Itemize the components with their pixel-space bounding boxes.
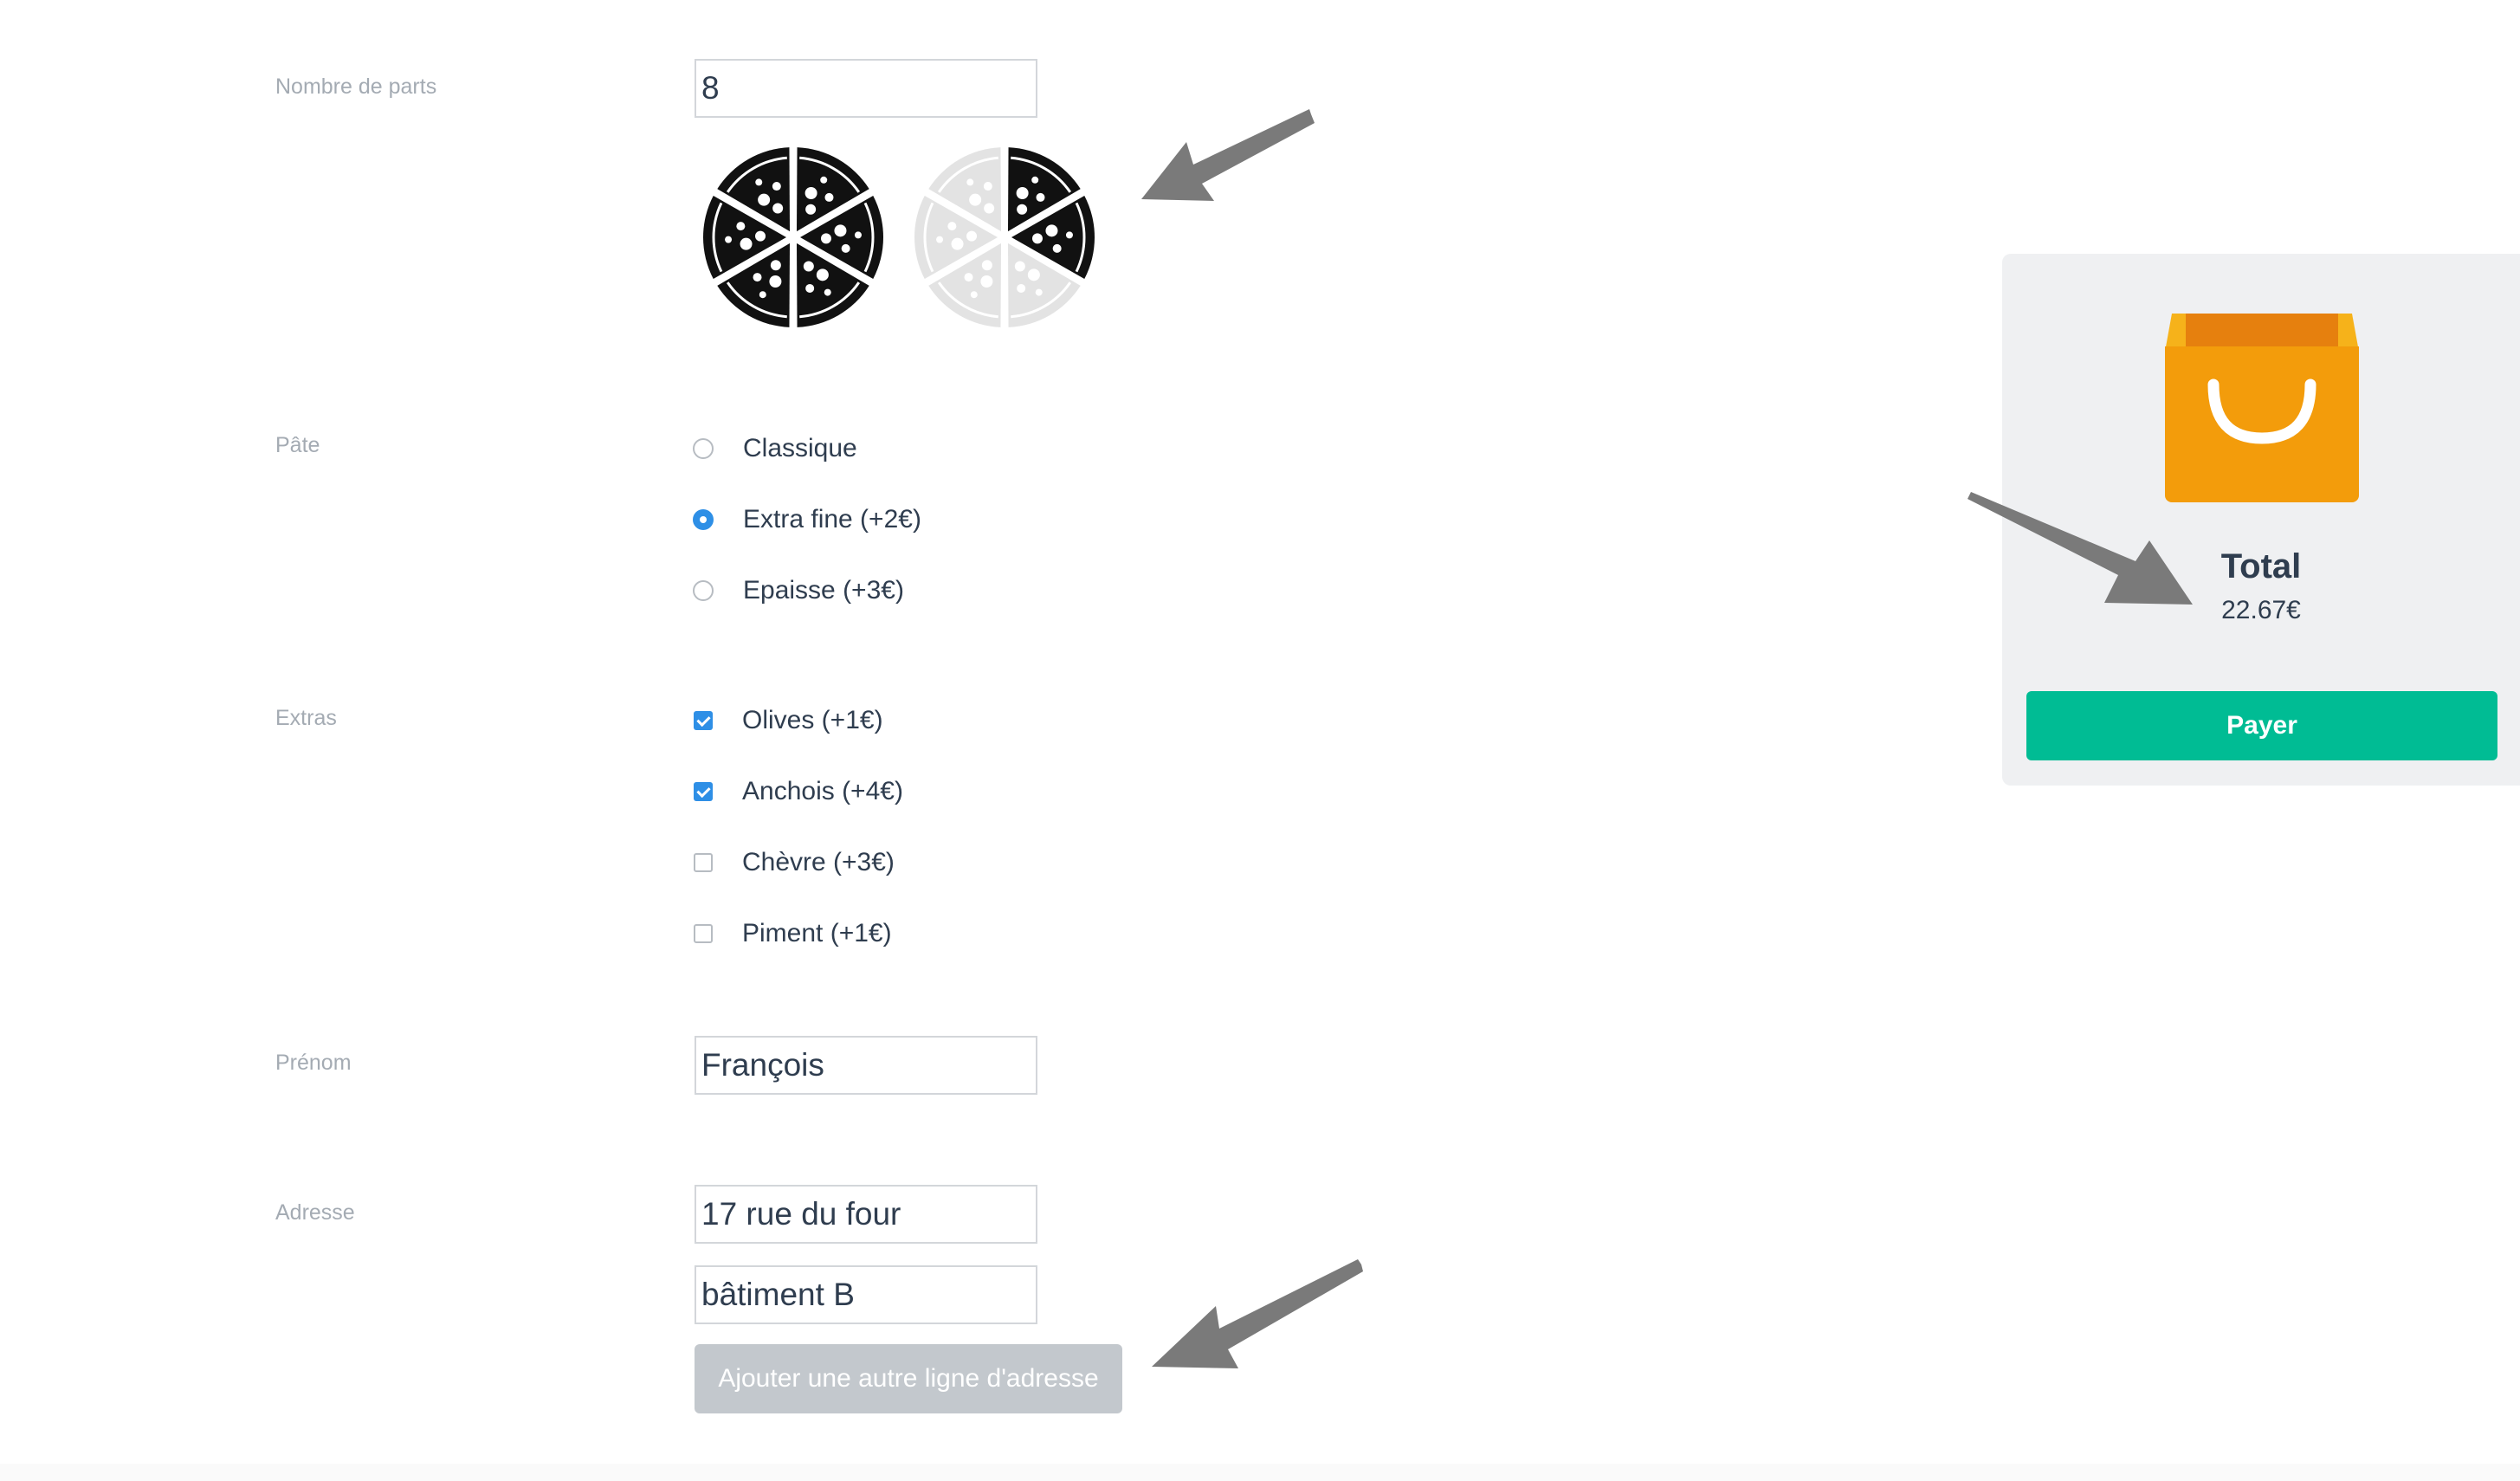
pizza-topping <box>816 268 829 281</box>
pizza-topping <box>1045 224 1058 237</box>
pizza-topping <box>805 204 817 215</box>
pizza-topping <box>1052 243 1062 253</box>
firstname-input[interactable] <box>695 1036 1037 1095</box>
pizza-topping <box>984 203 995 214</box>
address-label: Adresse <box>275 1200 355 1225</box>
radio-extra-fine[interactable] <box>693 509 714 530</box>
pizza-topping <box>841 243 850 253</box>
radio-epaisse[interactable] <box>693 580 714 601</box>
extra-option-anchois[interactable]: Anchois (+4€) <box>691 773 903 811</box>
pizza-topping <box>1035 288 1043 296</box>
checkbox-piment[interactable] <box>694 924 713 943</box>
extras-label: Extras <box>275 706 337 730</box>
pizza-topping <box>936 236 944 243</box>
add-address-line-button[interactable]: Ajouter une autre ligne d'adresse <box>695 1344 1122 1413</box>
pizza-topping <box>803 261 814 272</box>
pizza-topping <box>824 192 834 202</box>
pizza-topping <box>981 260 992 271</box>
pizza-topping <box>804 187 817 200</box>
annotation-arrow-pizza <box>1141 109 1315 201</box>
pizza-topping <box>1065 231 1073 239</box>
extra-option-label: Anchois (+4€) <box>742 777 903 805</box>
extra-option-olives[interactable]: Olives (+1€) <box>691 702 883 740</box>
pizza-topping <box>1027 268 1040 281</box>
pizza-topping <box>980 275 993 288</box>
shopping-bag-icon <box>2163 312 2361 504</box>
pizza-topping <box>1031 233 1043 244</box>
pizza-topping <box>772 203 784 214</box>
pizza-topping <box>1031 176 1039 184</box>
pizza-topping <box>964 273 973 282</box>
crust-option-label: Extra fine (+2€) <box>743 505 921 534</box>
crust-option-extra-fine[interactable]: Extra fine (+2€) <box>691 501 921 539</box>
pizza-topping <box>854 231 862 239</box>
pizza-topping <box>769 275 782 288</box>
pizza-topping <box>759 291 766 299</box>
pizza-topping <box>1017 204 1028 215</box>
pizza-topping <box>966 230 978 242</box>
pizza-topping <box>1017 283 1026 293</box>
pizza-topping <box>736 222 746 231</box>
pizza-topping <box>753 273 762 282</box>
pizza-topping <box>758 193 771 206</box>
pizza-topping <box>820 176 828 184</box>
pizza-topping <box>740 237 753 250</box>
extra-option-label: Piment (+1€) <box>742 919 892 947</box>
address-line-2-input[interactable] <box>695 1265 1037 1324</box>
pizza-topping <box>805 283 815 293</box>
pizza-topping <box>1016 187 1029 200</box>
checkbox-anchois[interactable] <box>694 782 713 801</box>
pizza-topping <box>725 236 733 243</box>
extra-option-chevre[interactable]: Chèvre (+3€) <box>691 844 895 882</box>
slices-label: Nombre de parts <box>275 74 437 99</box>
pizza-topping <box>947 222 957 231</box>
radio-classique[interactable] <box>693 438 714 459</box>
footer-strip <box>0 1464 2520 1481</box>
annotation-arrow-address <box>1152 1259 1363 1368</box>
checkbox-olives[interactable] <box>694 711 713 730</box>
pizza-topping <box>970 291 978 299</box>
extra-option-label: Olives (+1€) <box>742 706 883 734</box>
pizza-topping <box>820 233 831 244</box>
checkbox-chevre[interactable] <box>694 853 713 872</box>
pizza-topping <box>834 224 847 237</box>
address-line-1-input[interactable] <box>695 1185 1037 1244</box>
pizza-topping <box>983 182 992 191</box>
crust-option-label: Classique <box>743 434 857 462</box>
pizza-topping <box>1036 192 1045 202</box>
annotation-arrow-total <box>1968 492 2193 605</box>
crust-option-classique[interactable]: Classique <box>691 430 857 468</box>
crust-option-label: Epaisse (+3€) <box>743 576 904 605</box>
pizza-full-icon <box>698 143 888 332</box>
crust-option-epaisse[interactable]: Epaisse (+3€) <box>691 572 904 610</box>
extra-option-label: Chèvre (+3€) <box>742 848 895 876</box>
slices-input[interactable] <box>695 59 1037 118</box>
pizza-topping <box>966 178 974 186</box>
crust-label: Pâte <box>275 433 320 457</box>
extra-option-piment[interactable]: Piment (+1€) <box>691 915 892 953</box>
pizza-topping <box>755 230 766 242</box>
pay-button[interactable]: Payer <box>2026 691 2497 760</box>
pizza-topping <box>755 178 763 186</box>
pizza-topping <box>824 288 831 296</box>
pizza-topping <box>951 237 964 250</box>
pizza-topping <box>969 193 982 206</box>
firstname-label: Prénom <box>275 1051 352 1075</box>
pizza-topping <box>1014 261 1025 272</box>
pizza-topping <box>772 182 781 191</box>
pizza-topping <box>770 260 781 271</box>
pizza-partial-icon <box>909 143 1100 332</box>
